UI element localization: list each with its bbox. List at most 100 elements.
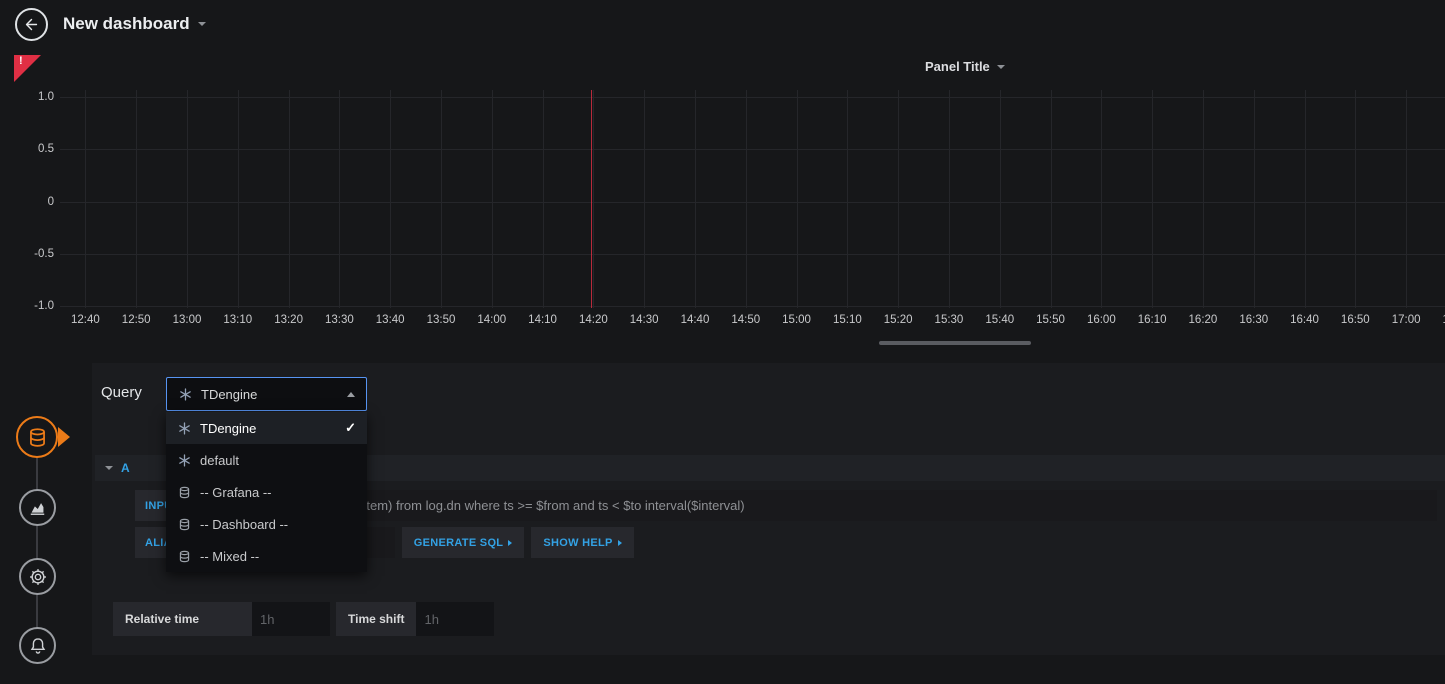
x-tick-label: 14:00	[466, 314, 517, 326]
x-tick-label: 12:50	[111, 314, 162, 326]
option-label: -- Grafana --	[200, 485, 272, 500]
option-label: default	[200, 453, 239, 468]
x-tick-label: 12:40	[60, 314, 111, 326]
datasource-option-grafana[interactable]: -- Grafana --	[166, 476, 367, 508]
active-tab-arrow-icon	[58, 427, 70, 447]
x-tick-label: 17:00	[1381, 314, 1432, 326]
query-section-label: Query	[101, 384, 142, 401]
show-help-button[interactable]: SHOW HELP	[531, 527, 633, 558]
x-tick-label: 13:50	[416, 314, 467, 326]
gear-icon	[28, 567, 48, 587]
y-tick-label: 1.0	[38, 91, 54, 103]
x-tick-label: 13:20	[263, 314, 314, 326]
gridline	[60, 149, 1445, 201]
y-axis-row: 0	[14, 202, 54, 254]
x-tick-label: 14:40	[670, 314, 721, 326]
x-tick-label: 13:00	[162, 314, 213, 326]
x-tick-label: 15:00	[771, 314, 822, 326]
tab-alert[interactable]	[19, 627, 56, 664]
relative-time-label: Relative time	[113, 602, 252, 636]
x-tick-label: 14:30	[619, 314, 670, 326]
arrow-left-icon	[23, 16, 40, 33]
x-tick-label: 16:50	[1330, 314, 1381, 326]
chevron-down-icon	[997, 65, 1005, 69]
database-icon	[177, 550, 191, 563]
current-time-marker	[591, 90, 592, 308]
datasource-db-icon	[27, 427, 48, 448]
query-letter: A	[121, 461, 130, 475]
datasource-option-tdengine[interactable]: TDengine ✓	[166, 412, 367, 444]
y-tick-label: -1.0	[34, 300, 54, 312]
time-options-row: Relative time Time shift	[113, 602, 494, 636]
x-tick-label: 13:30	[314, 314, 365, 326]
y-axis-row: -1.0	[14, 306, 54, 358]
x-tick-label: 15:30	[924, 314, 975, 326]
dashboard-title-menu[interactable]: New dashboard	[63, 14, 206, 34]
dashboard-title: New dashboard	[63, 14, 190, 34]
y-tick-label: 0.5	[38, 143, 54, 155]
option-label: -- Mixed --	[200, 549, 259, 564]
input-sql-field[interactable]: tem) from log.dn where ts >= $from and t…	[216, 490, 1437, 521]
generate-sql-button[interactable]: GENERATE SQL	[402, 527, 525, 558]
x-tick-label: 16:10	[1127, 314, 1178, 326]
datasource-option-default[interactable]: default	[166, 444, 367, 476]
datasource-option-mixed[interactable]: -- Mixed --	[166, 540, 367, 572]
tdengine-icon	[178, 388, 192, 401]
error-exclamation-icon: !	[19, 56, 23, 67]
gridline	[60, 254, 1445, 306]
tab-queries[interactable]	[16, 416, 58, 458]
time-shift-input[interactable]	[416, 602, 494, 636]
top-navbar: New dashboard	[0, 0, 1445, 48]
y-axis-row: 0.5	[14, 149, 54, 201]
bell-icon	[28, 636, 48, 656]
horizontal-scrollbar[interactable]	[879, 341, 1031, 345]
time-shift-label: Time shift	[336, 602, 416, 636]
x-tick-label: 15:10	[822, 314, 873, 326]
x-tick-label: 14:50	[720, 314, 771, 326]
x-tick-label: 14:20	[568, 314, 619, 326]
y-axis-row: -0.5	[14, 254, 54, 306]
x-tick-label: 16:30	[1228, 314, 1279, 326]
x-tick-label: 16:00	[1076, 314, 1127, 326]
grafana-app: New dashboard ! Panel Title 1.0 0.5 0	[0, 0, 1445, 684]
x-tick-label: 14:10	[517, 314, 568, 326]
graph-icon	[28, 498, 47, 517]
chevron-up-icon	[347, 392, 355, 397]
x-tick-label: 16:20	[1178, 314, 1229, 326]
y-axis-labels: 1.0 0.5 0 -0.5 -1.0	[14, 97, 54, 358]
datasource-option-dashboard[interactable]: -- Dashboard --	[166, 508, 367, 540]
datasource-select[interactable]: TDengine	[166, 377, 367, 411]
tab-general[interactable]	[19, 558, 56, 595]
show-help-label: SHOW HELP	[543, 537, 612, 549]
tdengine-icon	[177, 422, 191, 435]
generate-sql-label: GENERATE SQL	[414, 537, 504, 549]
datasource-selected-label: TDengine	[201, 387, 338, 402]
caret-right-icon	[618, 540, 622, 546]
x-tick-label: 13:10	[212, 314, 263, 326]
x-axis-labels: 12:4012:5013:0013:1013:2013:3013:4013:50…	[60, 314, 1445, 326]
datasource-dropdown-menu: TDengine ✓ default -- Grafana -- -- Dash…	[166, 412, 367, 572]
chevron-down-icon	[198, 22, 206, 26]
option-label: -- Dashboard --	[200, 517, 288, 532]
tab-visualization[interactable]	[19, 489, 56, 526]
gridline	[60, 97, 1445, 149]
caret-right-icon	[508, 540, 512, 546]
check-icon: ✓	[345, 420, 356, 436]
y-axis-row: 1.0	[14, 97, 54, 149]
gridline	[60, 202, 1445, 254]
panel-title-menu[interactable]: Panel Title	[925, 59, 1005, 74]
x-tick-label: 17:10	[1432, 314, 1445, 326]
x-tick-label: 15:50	[1025, 314, 1076, 326]
back-button[interactable]	[15, 8, 48, 41]
database-icon	[177, 518, 191, 531]
x-tick-label: 15:20	[873, 314, 924, 326]
y-tick-label: 0	[48, 196, 54, 208]
relative-time-input[interactable]	[252, 602, 330, 636]
x-tick-label: 13:40	[365, 314, 416, 326]
panel-title: Panel Title	[925, 59, 990, 74]
graph-panel: ! Panel Title 1.0 0.5 0 -0.5 -1.0	[14, 55, 1445, 343]
option-label: TDengine	[200, 421, 256, 436]
tdengine-icon	[177, 454, 191, 467]
y-tick-label: -0.5	[34, 248, 54, 260]
x-tick-label: 16:40	[1279, 314, 1330, 326]
